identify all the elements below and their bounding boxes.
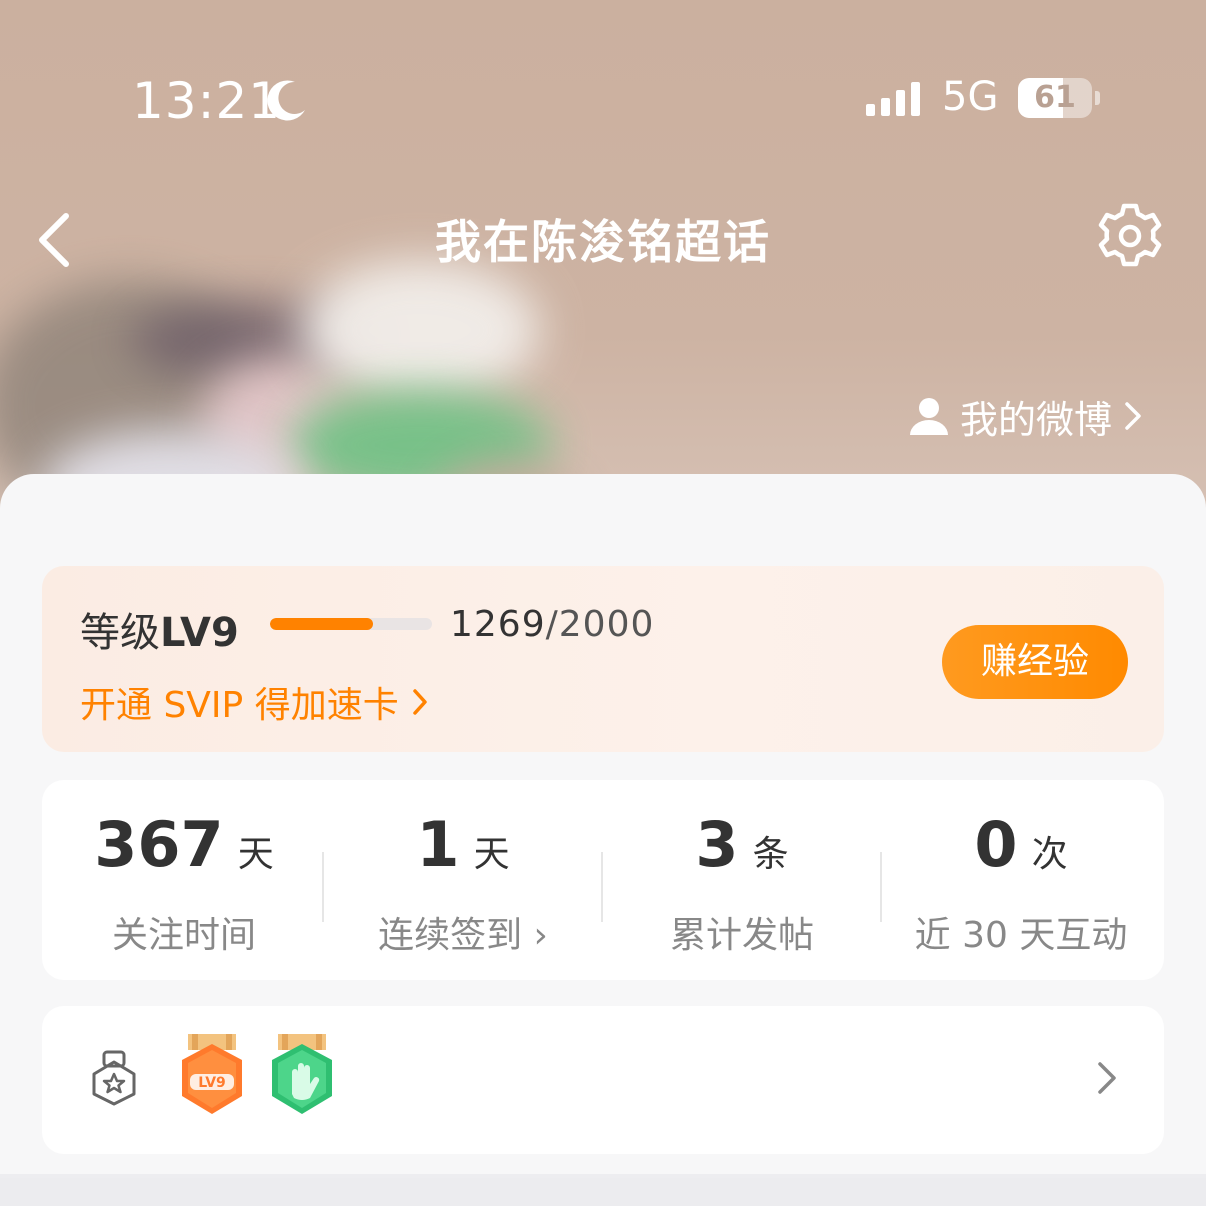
level-value: LV9: [160, 610, 239, 656]
stat-unit: 天: [237, 834, 274, 875]
level-title: 等级LV9: [80, 600, 239, 658]
stat-unit: 天: [473, 834, 510, 875]
stat-follow-days: 367 天: [44, 808, 324, 881]
stat-value: 3: [695, 808, 739, 881]
stat-posts: 3条: [602, 808, 882, 881]
network-type: 5G: [942, 74, 999, 120]
my-weibo-label: 我的微博: [960, 397, 1113, 442]
stat-unit: 次: [1031, 834, 1068, 875]
page-title: 我在陈浚铭超话: [435, 215, 771, 269]
settings-button[interactable]: [1094, 200, 1166, 272]
level-prefix: 等级: [80, 610, 160, 656]
stat-checkin-streak[interactable]: 1天: [323, 808, 603, 881]
svip-link[interactable]: 开通 SVIP 得加速卡: [80, 676, 429, 728]
user-icon: [910, 398, 948, 435]
exp-progress-bar: [270, 618, 432, 630]
level-badge-text: LV9: [198, 1075, 226, 1091]
stat-value: 367: [94, 808, 224, 881]
stat-unit: 条: [752, 834, 789, 875]
chevron-right-icon[interactable]: [1094, 1060, 1120, 1096]
stat-label: 累计发帖: [669, 915, 814, 956]
signal-icon: [866, 82, 920, 116]
stat-interactions: 0次: [881, 808, 1161, 881]
chevron-right-icon: [412, 689, 427, 715]
nav-bar: 我在陈浚铭超话: [0, 190, 1206, 286]
exp-text: 1269/2000: [450, 604, 654, 645]
status-bar: 13:21 5G 61: [0, 60, 1206, 140]
level-badge-icon[interactable]: LV9: [176, 1034, 248, 1118]
moon-icon: [267, 80, 305, 121]
exp-progress-fill: [270, 618, 373, 630]
badge-wall-icon: [92, 1050, 136, 1106]
earn-exp-button[interactable]: 赚经验: [942, 625, 1128, 699]
stat-value: 1: [416, 808, 460, 881]
battery-level: 61: [1034, 80, 1076, 115]
gear-icon: [1098, 203, 1162, 267]
stat-label: 关注时间: [111, 915, 256, 956]
exp-total: /2000: [545, 604, 655, 645]
battery-tip: [1095, 91, 1100, 105]
battery-icon: 61: [1018, 78, 1092, 118]
hand-badge-icon[interactable]: [266, 1034, 338, 1118]
svip-link-label: 开通 SVIP 得加速卡: [80, 685, 399, 726]
stat-value: 0: [974, 808, 1018, 881]
status-time: 13:21: [132, 72, 282, 130]
chevron-right-icon: [1125, 402, 1141, 430]
my-weibo-link[interactable]: 我的微博: [908, 390, 1144, 442]
stat-label: 近 30 天互动: [914, 915, 1128, 956]
stat-label-checkin-link[interactable]: 连续签到 ›: [323, 906, 603, 958]
bottom-divider: [0, 1178, 1206, 1206]
exp-current: 1269: [450, 604, 546, 645]
